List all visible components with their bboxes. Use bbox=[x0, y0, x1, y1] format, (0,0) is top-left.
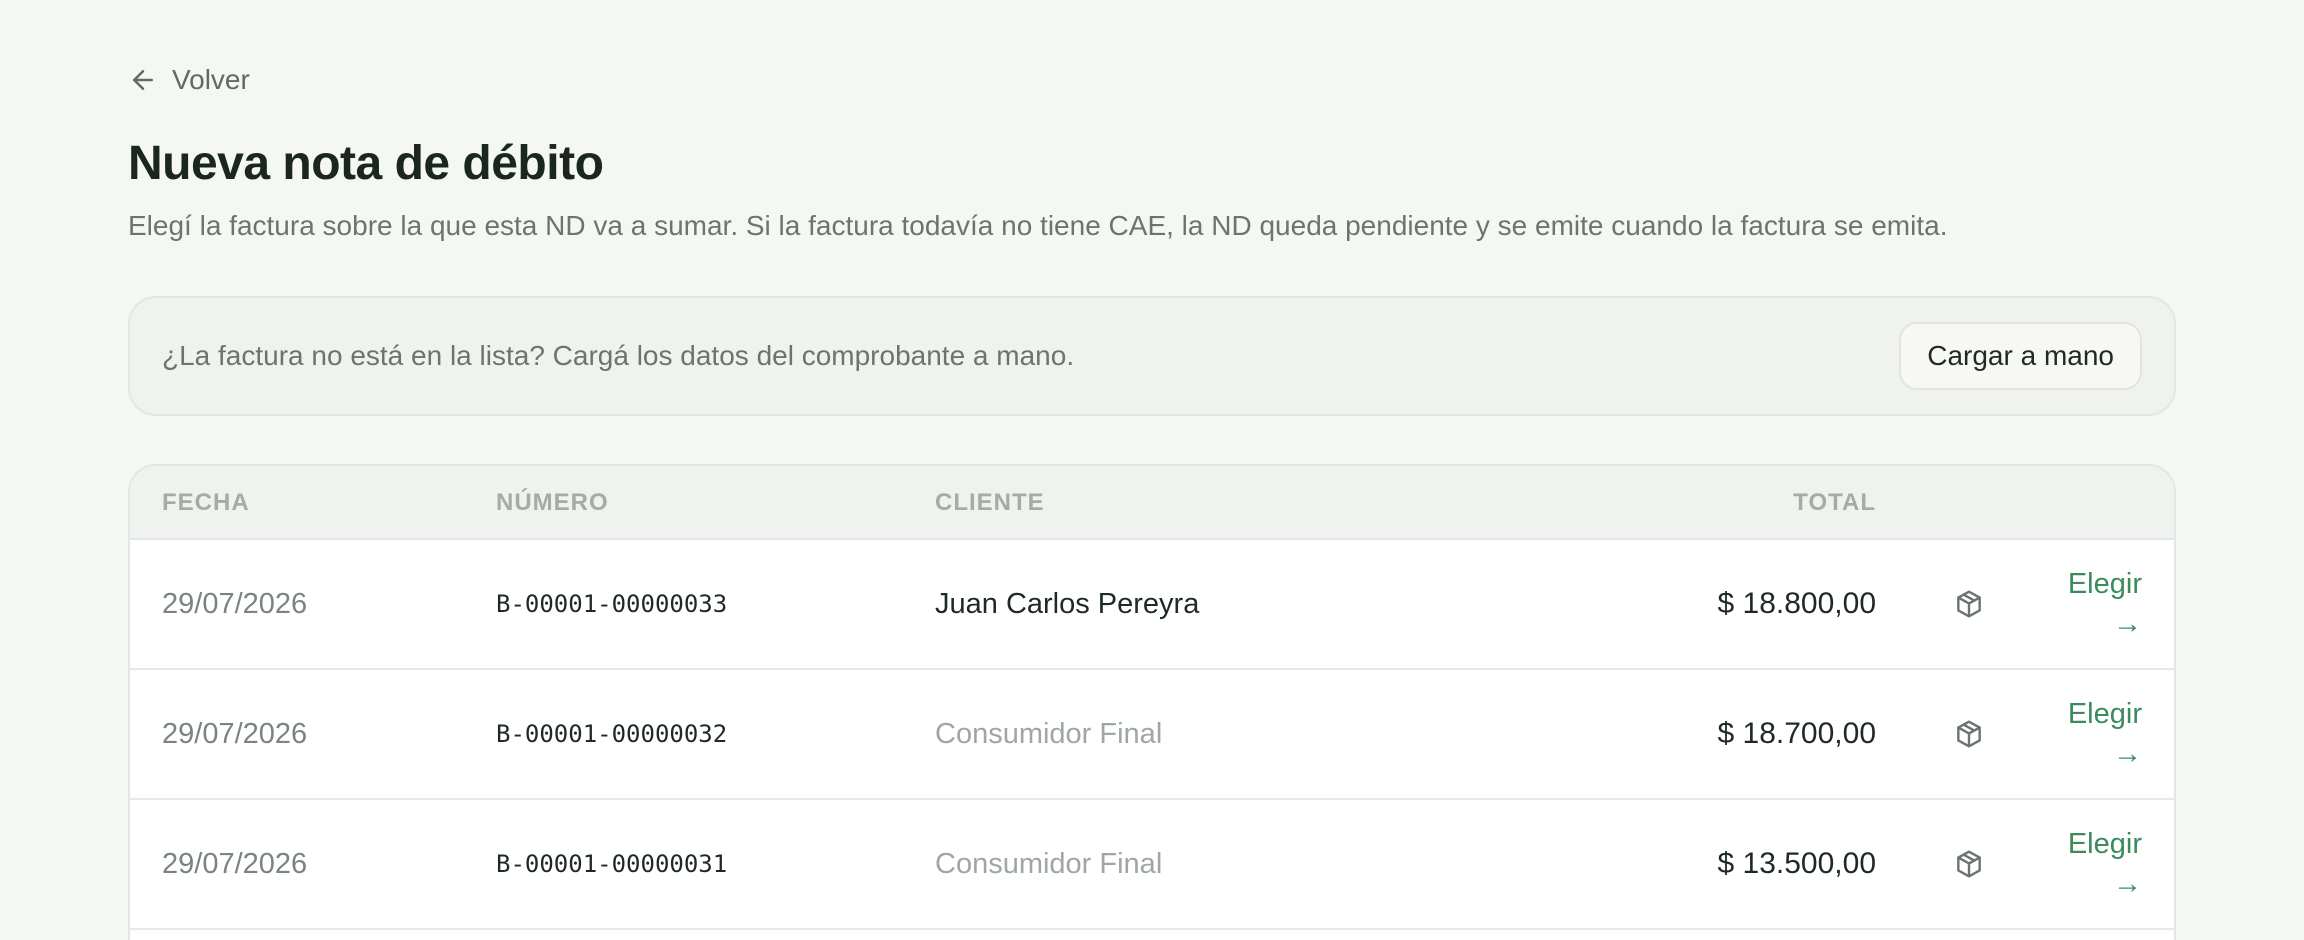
table-row: 29/07/2026 B-00001-00000031 Consumidor F… bbox=[130, 800, 2174, 930]
row-numero: B-00001-00000033 bbox=[496, 590, 728, 618]
package-icon bbox=[1952, 800, 1986, 928]
column-header-numero: NÚMERO bbox=[496, 489, 609, 516]
page-subtitle: Elegí la factura sobre la que esta ND va… bbox=[128, 210, 1948, 241]
row-numero: B-00001-00000031 bbox=[496, 850, 728, 878]
arrow-right-icon: → bbox=[2113, 608, 2142, 640]
choose-invoice-button[interactable]: Elegir → bbox=[2032, 800, 2142, 928]
row-fecha: 29/07/2026 bbox=[162, 847, 308, 880]
row-fecha: 29/07/2026 bbox=[162, 717, 308, 750]
invoice-table: FECHA NÚMERO CLIENTE TOTAL 29/07/2026 B-… bbox=[128, 464, 2176, 940]
column-header-fecha: FECHA bbox=[162, 489, 250, 516]
column-header-cliente: CLIENTE bbox=[935, 489, 1045, 516]
load-manually-button[interactable]: Cargar a mano bbox=[1899, 322, 2142, 390]
table-row: 29/07/2026 B-00001-00000033 Juan Carlos … bbox=[130, 540, 2174, 670]
page: Volver Nueva nota de débito Elegí la fac… bbox=[0, 0, 2304, 940]
row-cliente: Consumidor Final bbox=[935, 847, 1163, 880]
page-title: Nueva nota de débito bbox=[128, 137, 604, 190]
choose-invoice-button[interactable]: Elegir → bbox=[2032, 670, 2142, 798]
back-link[interactable]: Volver bbox=[128, 64, 250, 96]
choose-invoice-button[interactable]: Elegir → bbox=[2032, 540, 2142, 668]
choose-label: Elegir bbox=[2067, 828, 2142, 860]
row-cliente: Juan Carlos Pereyra bbox=[935, 587, 1200, 620]
row-fecha: 29/07/2026 bbox=[162, 587, 308, 620]
column-header-total: TOTAL bbox=[1793, 489, 1876, 516]
package-icon bbox=[1952, 540, 1986, 668]
back-label: Volver bbox=[172, 64, 250, 95]
arrow-right-icon: → bbox=[2113, 738, 2142, 770]
arrow-right-icon: → bbox=[2113, 868, 2142, 900]
row-numero: B-00001-00000032 bbox=[496, 720, 728, 748]
row-total: $ 18.800,00 bbox=[1717, 587, 1876, 620]
table-header: FECHA NÚMERO CLIENTE TOTAL bbox=[130, 466, 2174, 540]
table-row: 29/07/2026 B-00001-00000032 Consumidor F… bbox=[130, 670, 2174, 800]
row-total: $ 13.500,00 bbox=[1717, 847, 1876, 880]
row-cliente: Consumidor Final bbox=[935, 717, 1163, 750]
package-icon bbox=[1952, 670, 1986, 798]
manual-entry-notice: ¿La factura no está en la lista? Cargá l… bbox=[128, 296, 2176, 416]
choose-label: Elegir bbox=[2067, 698, 2142, 730]
choose-label: Elegir bbox=[2067, 568, 2142, 600]
arrow-left-icon bbox=[133, 70, 153, 90]
notice-text: ¿La factura no está en la lista? Cargá l… bbox=[162, 340, 1075, 371]
row-total: $ 18.700,00 bbox=[1717, 717, 1876, 750]
